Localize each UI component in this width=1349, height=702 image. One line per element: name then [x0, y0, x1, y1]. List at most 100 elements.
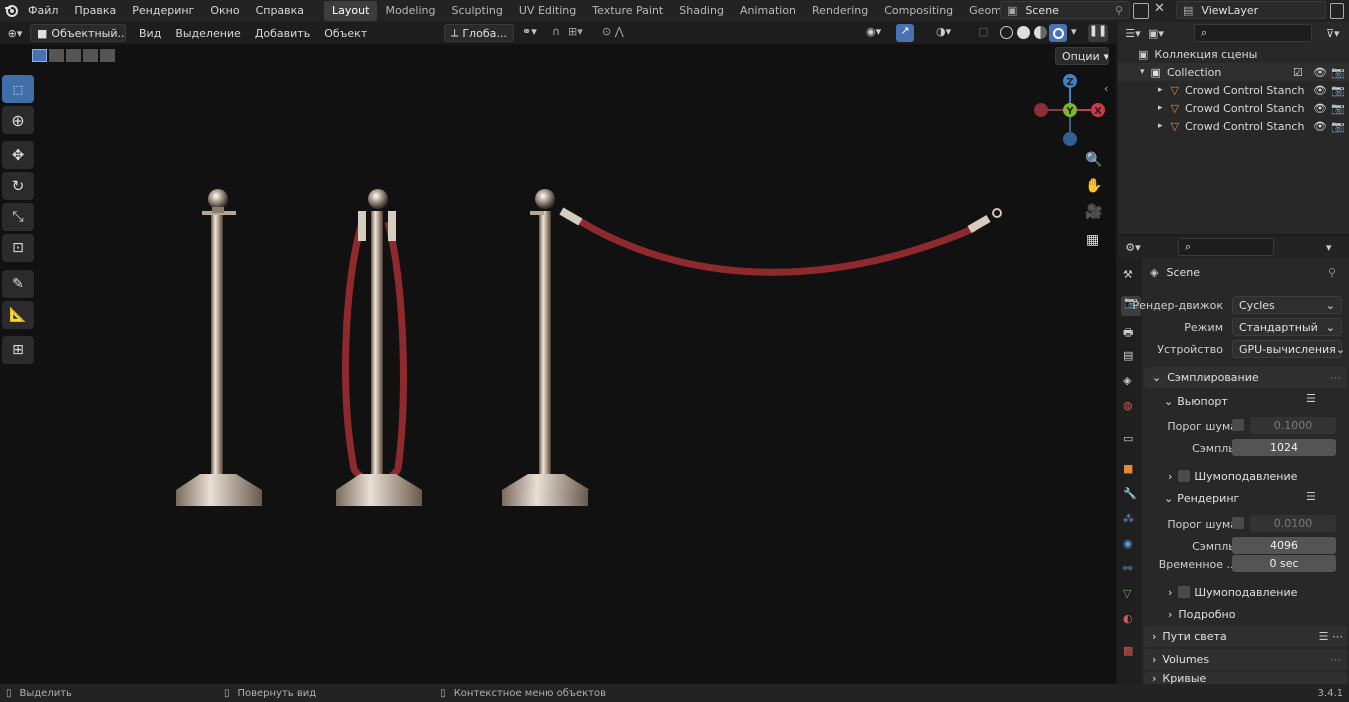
view-layer-tab-icon[interactable]: ▤ — [1123, 349, 1133, 362]
modifier-tab-icon[interactable]: 🔧 — [1123, 487, 1137, 500]
time-limit-field[interactable]: 0 sec — [1232, 555, 1336, 572]
snap-icon[interactable]: ∩ — [552, 25, 560, 38]
render-camera-icon[interactable]: 📷 — [1331, 66, 1345, 79]
expand-arrow-icon[interactable]: ▸ — [1158, 121, 1163, 131]
scene-tab-icon[interactable]: ◈ — [1123, 374, 1131, 387]
viewlayer-selector[interactable]: ▤ ViewLayer — [1176, 1, 1326, 19]
material-tab-icon[interactable]: ◐ — [1123, 612, 1133, 625]
outliner-object-row[interactable]: ▸ ▽ Crowd Control Stanch 👁 📷 — [1118, 81, 1349, 99]
material-shading-icon[interactable] — [1034, 26, 1047, 39]
mode-select[interactable]: Стандартный ⌄ — [1232, 318, 1342, 336]
rendered-shading-icon[interactable] — [1049, 24, 1067, 42]
workspace-tab-animation[interactable]: Animation — [732, 1, 804, 21]
tool-tab-icon[interactable]: ⚒ — [1123, 268, 1133, 281]
filter-icon[interactable]: ⊽▾ — [1326, 27, 1340, 40]
solid-shading-icon[interactable] — [1017, 26, 1030, 39]
workspace-tab-compositing[interactable]: Compositing — [876, 1, 961, 21]
render-noise-checkbox[interactable] — [1232, 517, 1244, 529]
pin-context-icon[interactable]: ⚲ — [1328, 266, 1336, 279]
viewport-menu-0[interactable]: Вид — [132, 27, 168, 40]
render-samples-field[interactable]: 4096 — [1232, 537, 1336, 554]
denoise-checkbox[interactable] — [1178, 470, 1191, 482]
new-viewlayer-icon[interactable] — [1330, 3, 1344, 19]
denoise-checkbox[interactable] — [1178, 586, 1191, 598]
viewport-noise-threshold-field[interactable]: 0.1000 — [1250, 417, 1336, 434]
viewport-menu-2[interactable]: Добавить — [248, 27, 317, 40]
wireframe-shading-icon[interactable] — [1000, 26, 1013, 39]
workspace-tab-sculpting[interactable]: Sculpting — [444, 1, 511, 21]
collection-row[interactable]: ▾ ▣ Collection ☑ 👁 📷 — [1118, 63, 1349, 81]
outliner-object-row[interactable]: ▸ ▽ Crowd Control Stanch 👁 📷 — [1118, 99, 1349, 117]
collection-tab-icon[interactable]: ▭ — [1123, 432, 1133, 445]
blender-logo-icon[interactable] — [2, 0, 20, 22]
visibility-eye-icon[interactable]: 👁 — [1313, 102, 1327, 115]
advanced-subpanel[interactable]: › Подробно — [1168, 605, 1235, 623]
xray-icon[interactable]: ▢ — [978, 25, 988, 38]
pin-icon[interactable]: ⚲ — [1115, 4, 1123, 17]
render-denoise-row[interactable]: › Шумоподавление — [1168, 583, 1297, 601]
particles-tab-icon[interactable]: ⁂ — [1123, 512, 1134, 525]
orientation-selector[interactable]: ⟂ Глоба... — [444, 24, 514, 42]
properties-search-input[interactable]: ⌕ — [1178, 238, 1274, 256]
outliner-object-row[interactable]: ▸ ▽ Crowd Control Stanch 👁 📷 — [1118, 117, 1349, 135]
viewport-menu-1[interactable]: Выделение — [168, 27, 248, 40]
workspace-tab-modeling[interactable]: Modeling — [377, 1, 443, 21]
viewport-samples-field[interactable]: 1024 — [1232, 439, 1336, 456]
render-camera-icon[interactable]: 📷 — [1331, 84, 1345, 97]
curves-panel[interactable]: › Кривые — [1144, 672, 1347, 684]
visibility-eye-icon[interactable]: 👁 — [1313, 66, 1327, 79]
expand-arrow-icon[interactable]: ▸ — [1158, 85, 1163, 95]
viewport-menu-3[interactable]: Объект — [317, 27, 374, 40]
properties-options-icon[interactable]: ▾ — [1326, 241, 1332, 254]
pause-render-icon[interactable]: ❚❚ — [1088, 24, 1108, 42]
expand-arrow-icon[interactable]: ▸ — [1158, 103, 1163, 113]
light-paths-panel[interactable]: › Пути света ☰ ⋯ — [1144, 626, 1347, 647]
visibility-icon[interactable]: ◉▾ — [866, 25, 881, 38]
gizmo-toggle-icon[interactable]: ↗ — [896, 24, 914, 42]
data-tab-icon[interactable]: ▽ — [1123, 587, 1131, 600]
pivot-icon[interactable]: ⚭▾ — [522, 25, 537, 38]
editor-type-icon[interactable]: ⊕▾ — [0, 27, 30, 40]
render-camera-icon[interactable]: 📷 — [1331, 120, 1345, 133]
workspace-tab-texture-paint[interactable]: Texture Paint — [584, 1, 671, 21]
menu-3[interactable]: Окно — [202, 0, 247, 22]
viewport-denoise-row[interactable]: › Шумоподавление — [1168, 467, 1297, 485]
drag-handle-icon[interactable]: ⋯ — [1330, 653, 1341, 666]
volumes-panel[interactable]: › Volumes ⋯ — [1144, 649, 1347, 670]
presets-list-icon[interactable]: ☰ — [1306, 490, 1316, 503]
sampling-panel[interactable]: ⌄ Сэмплирование ⋯ — [1144, 367, 1347, 388]
proportional-edit-icon[interactable]: ⊙ ⋀ — [602, 25, 624, 38]
device-select[interactable]: GPU-вычисления ⌄ — [1232, 340, 1345, 358]
world-tab-icon[interactable]: ◍ — [1123, 399, 1133, 412]
presets-list-icon[interactable]: ☰ ⋯ — [1319, 630, 1343, 643]
properties-editor-icon[interactable]: ⚙▾ — [1118, 241, 1148, 254]
snap-target-icon[interactable]: ⊞▾ — [568, 25, 583, 38]
output-tab-icon[interactable]: 🖶 — [1123, 324, 1133, 343]
overlays-icon[interactable]: ◑▾ — [936, 25, 951, 38]
mode-selector[interactable]: ■ Объектный... — [30, 24, 126, 42]
workspace-tab-shading[interactable]: Shading — [671, 1, 732, 21]
render-camera-icon[interactable]: 📷 — [1331, 102, 1345, 115]
visibility-eye-icon[interactable]: 👁 — [1313, 120, 1327, 133]
menu-2[interactable]: Рендеринг — [124, 0, 202, 22]
workspace-tab-rendering[interactable]: Rendering — [804, 1, 876, 21]
outliner-editor-icon[interactable]: ☰▾ — [1118, 27, 1148, 40]
3d-viewport[interactable]: Опции ▾ ⬚ ⊕ ✥ ↻ ⤡ ⊡ ✎ 📐 ⊞ X Z Y ‹ 🔍 ✋ 🎥 … — [0, 44, 1116, 684]
render-engine-select[interactable]: Cycles ⌄ — [1232, 296, 1342, 314]
render-subpanel[interactable]: ⌄ Рендеринг — [1164, 489, 1239, 507]
scene-collection-row[interactable]: ▣ Коллекция сцены — [1118, 45, 1349, 63]
constraints-tab-icon[interactable]: ⚯ — [1123, 562, 1132, 575]
delete-scene-icon[interactable]: ✕ — [1154, 1, 1165, 16]
object-tab-icon[interactable]: ■ — [1123, 462, 1133, 475]
workspace-tab-layout[interactable]: Layout — [324, 1, 378, 21]
shading-options-icon[interactable]: ▾ — [1071, 25, 1077, 38]
viewport-noise-checkbox[interactable] — [1232, 419, 1244, 431]
workspace-tab-uv-editing[interactable]: UV Editing — [511, 1, 584, 21]
outliner-search-input[interactable]: ⌕ — [1194, 24, 1312, 42]
drag-handle-icon[interactable]: ⋯ — [1330, 371, 1341, 384]
menu-0[interactable]: Файл — [20, 0, 66, 22]
physics-tab-icon[interactable]: ◉ — [1123, 537, 1133, 550]
render-noise-threshold-field[interactable]: 0.0100 — [1250, 515, 1336, 532]
display-mode-icon[interactable]: ▣▾ — [1148, 27, 1174, 40]
new-scene-icon[interactable] — [1133, 3, 1149, 19]
